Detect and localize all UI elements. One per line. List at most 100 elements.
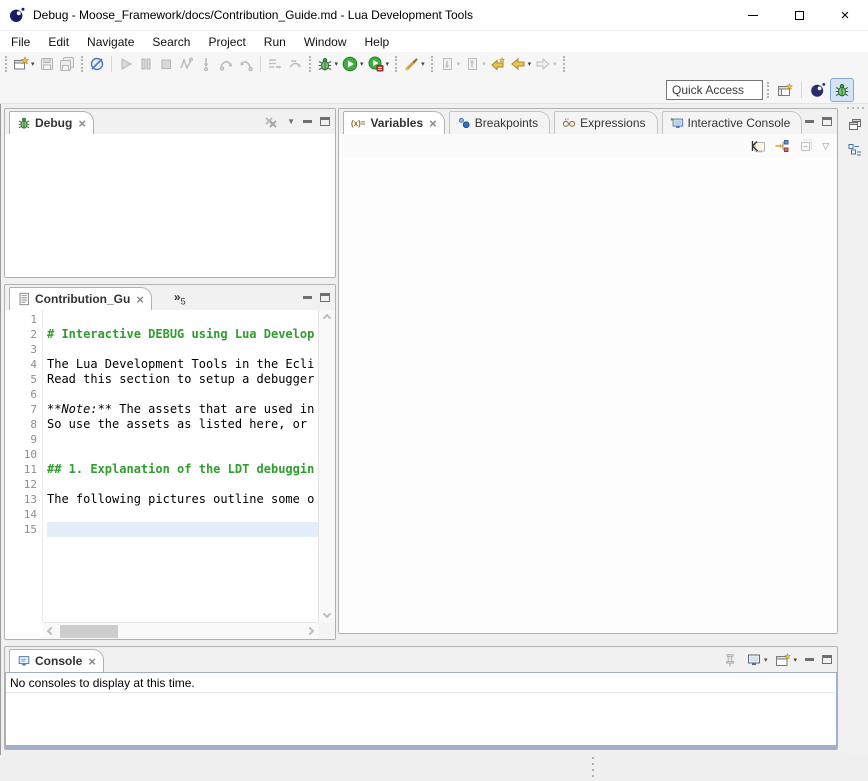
maximize-icon [795, 11, 804, 20]
maximize-view-icon[interactable] [822, 655, 832, 664]
toolbar-drag-handle[interactable] [5, 56, 7, 72]
trim-drag-handle[interactable] [842, 104, 868, 109]
remove-terminated-button[interactable] [263, 114, 279, 130]
editor-text-area[interactable]: 1 2# Interactive DEBUG using Lua Develop… [5, 310, 318, 622]
tab-contribution-guide[interactable]: Contribution_Gu × [9, 287, 152, 310]
menu-run[interactable]: Run [255, 33, 295, 51]
run-button[interactable]: ▾ [340, 53, 366, 75]
toolbar-drag-handle[interactable] [395, 56, 397, 72]
line-number: 7 [5, 402, 37, 417]
minimize-view-icon[interactable] [303, 120, 312, 123]
show-type-names-button[interactable] [750, 138, 766, 154]
variables-view-content[interactable] [339, 158, 837, 633]
menu-project[interactable]: Project [199, 33, 254, 51]
console-content[interactable]: No consoles to display at this time. [5, 672, 837, 749]
restore-view-button[interactable] [844, 113, 866, 135]
tab-debug[interactable]: Debug × [9, 111, 94, 134]
horizontal-scrollbar[interactable] [43, 622, 318, 639]
next-annotation-button[interactable]: ▾ [437, 53, 463, 75]
minimize-view-icon[interactable] [303, 296, 312, 299]
menu-window[interactable]: Window [295, 33, 356, 51]
debug-button[interactable]: ▾ [315, 53, 341, 75]
previous-annotation-button[interactable]: ▾ [462, 53, 488, 75]
debug-perspective-button[interactable] [830, 78, 854, 102]
tab-expressions[interactable]: x= Expressions [554, 111, 657, 134]
step-filters-button[interactable] [265, 53, 285, 75]
forward-button[interactable]: ▾ [533, 53, 559, 75]
menu-search[interactable]: Search [143, 33, 199, 51]
terminate-button[interactable] [156, 53, 176, 75]
line-number: 11 [5, 462, 37, 477]
lua-perspective-button[interactable] [806, 78, 830, 102]
outline-view-button[interactable] [844, 139, 866, 161]
window-close-button[interactable]: × [822, 0, 868, 31]
external-tools-button[interactable]: ▾ [401, 53, 427, 75]
scroll-up-icon[interactable] [323, 314, 331, 322]
save-all-button[interactable] [57, 53, 77, 75]
vertical-scrollbar[interactable] [318, 310, 335, 622]
maximize-view-icon[interactable] [822, 117, 832, 126]
editor-overflow-chevron[interactable]: »5 [174, 290, 186, 310]
close-icon[interactable]: × [88, 655, 96, 668]
tab-breakpoints[interactable]: Breakpoints [449, 111, 550, 134]
suspend-button[interactable] [136, 53, 156, 75]
quick-access-input[interactable]: Quick Access [666, 80, 763, 100]
window-maximize-button[interactable] [776, 0, 822, 31]
close-icon[interactable]: × [429, 117, 437, 130]
menu-edit[interactable]: Edit [39, 33, 78, 51]
resume-button[interactable] [116, 53, 136, 75]
menu-file[interactable]: File [2, 33, 39, 51]
step-over-button[interactable] [216, 53, 236, 75]
open-perspective-icon [777, 82, 793, 98]
skip-all-breakpoints-button[interactable] [87, 53, 107, 75]
menu-help[interactable]: Help [356, 33, 399, 51]
minimize-view-icon[interactable] [805, 658, 814, 661]
step-into-button[interactable] [196, 53, 216, 75]
tab-interactive-console[interactable]: Interactive Console [662, 111, 803, 134]
open-perspective-button[interactable] [773, 78, 797, 102]
dropdown-icon: ▾ [457, 60, 461, 68]
show-logical-structures-button[interactable] [774, 138, 790, 154]
toolbar-drag-handle[interactable] [431, 56, 433, 72]
scroll-down-icon[interactable] [323, 610, 331, 618]
line-number: 2 [5, 327, 37, 342]
drop-to-frame-button[interactable] [285, 53, 305, 75]
toolbar-drag-handle[interactable] [563, 56, 565, 72]
view-menu-icon[interactable]: ▼ [287, 117, 295, 126]
toolbar-drag-handle[interactable] [81, 56, 83, 72]
tab-console[interactable]: Console × [9, 649, 104, 672]
display-selected-console-button[interactable]: ▾ [746, 652, 768, 668]
dropdown-icon: ▾ [335, 60, 339, 68]
menu-navigate[interactable]: Navigate [78, 33, 143, 51]
save-button[interactable] [37, 53, 57, 75]
disconnect-button[interactable] [176, 53, 196, 75]
status-bar [0, 755, 868, 781]
status-bar-grip[interactable] [592, 757, 594, 777]
close-icon[interactable]: × [78, 117, 86, 130]
last-edit-location-button[interactable] [488, 53, 508, 75]
line-number: 9 [5, 432, 37, 447]
maximize-view-icon[interactable] [320, 293, 330, 302]
collapse-all-button[interactable] [798, 138, 814, 154]
toolbar-drag-handle[interactable] [767, 82, 769, 98]
minimize-view-icon[interactable] [805, 120, 814, 123]
maximize-view-icon[interactable] [320, 117, 330, 126]
profile-button[interactable]: ▾ [366, 53, 392, 75]
scroll-left-icon[interactable] [47, 627, 55, 635]
new-wizard-button[interactable]: ▾ [11, 53, 37, 75]
window-minimize-button[interactable] [730, 0, 776, 31]
back-button[interactable]: ▾ [508, 53, 534, 75]
toolbar-drag-handle[interactable] [309, 56, 311, 72]
breakpoints-icon [457, 116, 471, 130]
tab-variables[interactable]: (x)= Variables × [343, 111, 445, 134]
step-return-button[interactable] [236, 53, 256, 75]
open-console-button[interactable]: ▾ [775, 652, 797, 668]
scroll-right-icon[interactable] [306, 627, 314, 635]
view-menu-icon[interactable]: ▽ [822, 141, 829, 152]
scrollbar-thumb[interactable] [60, 625, 118, 638]
line-number: 13 [5, 492, 37, 507]
close-icon[interactable]: × [136, 293, 144, 306]
pin-console-button[interactable] [722, 652, 738, 668]
debug-view-content[interactable] [5, 134, 335, 277]
dropdown-icon: ▾ [793, 656, 797, 664]
